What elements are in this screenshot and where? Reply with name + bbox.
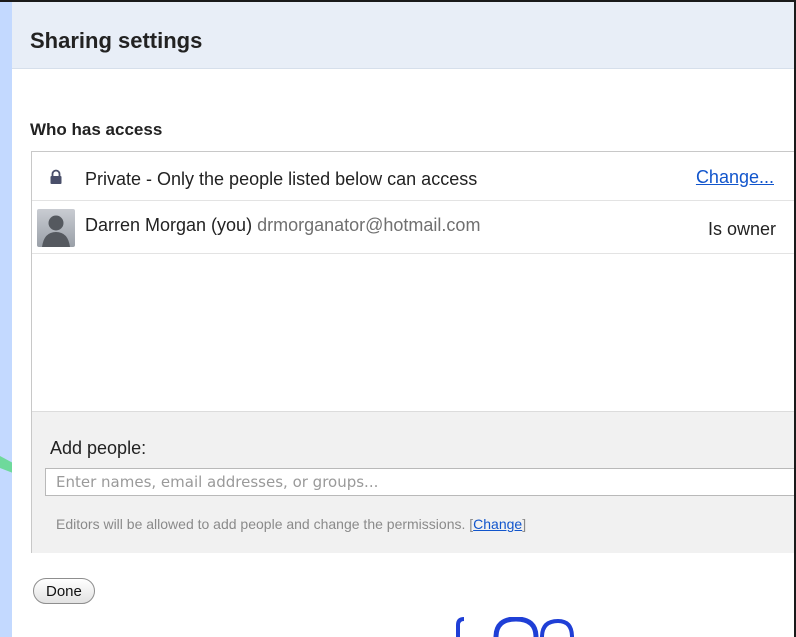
page-left-strip [0, 0, 12, 637]
window-frame-top [0, 0, 796, 2]
visibility-text: Private - Only the people listed below c… [85, 169, 478, 189]
editors-note-text: Editors will be allowed to add people an… [56, 516, 466, 532]
change-visibility-link[interactable]: Change... [696, 167, 774, 188]
editors-permissions-note: Editors will be allowed to add people an… [56, 516, 526, 532]
done-button[interactable]: Done [33, 578, 95, 604]
dialog-header: Sharing settings [12, 0, 796, 69]
partial-logo-icon [456, 617, 574, 637]
visibility-row: Private - Only the people listed below c… [32, 152, 794, 201]
change-editor-permissions-link[interactable]: Change [473, 516, 522, 532]
person-row: Darren Morgan (you) drmorganator@hotmail… [32, 201, 794, 254]
add-people-section: Add people: Editors will be allowed to a… [32, 411, 794, 553]
add-people-label: Add people: [50, 438, 147, 458]
person-email: drmorganator@hotmail.com [257, 215, 481, 235]
who-has-access-heading: Who has access [30, 120, 163, 139]
editors-bracket-close: ] [522, 516, 527, 532]
sharing-settings-dialog: Sharing settings Who has access Private … [12, 0, 796, 637]
person-role: Is owner [707, 219, 776, 239]
person-name-line: Darren Morgan (you) drmorganator@hotmail… [85, 215, 480, 236]
access-list: Private - Only the people listed below c… [31, 151, 794, 553]
dialog-title: Sharing settings [30, 28, 203, 53]
lock-icon [50, 169, 62, 184]
add-people-input[interactable] [45, 468, 794, 496]
person-name: Darren Morgan (you) [85, 215, 253, 235]
person-avatar-icon [37, 209, 75, 247]
